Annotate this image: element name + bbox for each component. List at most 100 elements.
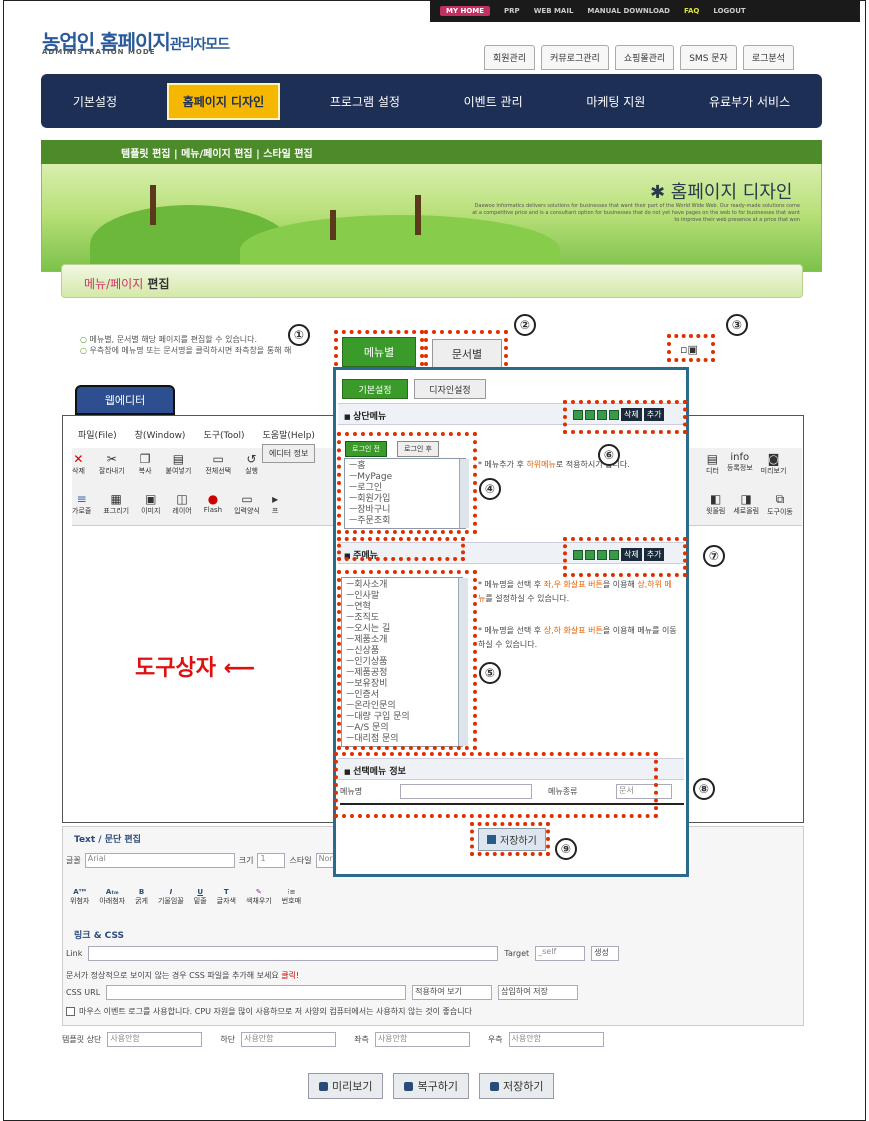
callout-box-6 [563,400,687,434]
form-tool[interactable]: ▭ 입력양식 [234,492,260,516]
manual-download-link[interactable]: MANUAL DOWNLOAD [587,7,670,15]
link-title: 링크 & CSS [74,931,125,941]
desc-line2: 우측창에 메뉴명 또는 문서명을 클릭하시면 좌측창을 통해 해 [89,346,292,355]
restore-button[interactable]: 복구하기 [393,1073,469,1099]
save-button[interactable]: 저장하기 [478,1073,555,1099]
logo-subtitle: ADMINISTRATION MODE [42,48,156,56]
preview-tool[interactable]: ◙ 미리보기 [761,452,787,476]
admin-top-tabs: 회원관리 커뮤로그관리 쇼핑몰관리 SMS 문자 로그분석 [484,45,794,70]
banner-text: Daewoo Informatics delivers solutions fo… [472,203,800,223]
flash-tool[interactable]: ● Flash [204,492,222,516]
callout-box-5 [337,570,477,750]
nav-program[interactable]: 프로그램 설정 [316,85,414,118]
prp-link[interactable]: PRP [504,7,520,15]
move-tool[interactable]: ⧉ 도구이동 [767,492,793,517]
raise-tool[interactable]: ◧ 윗올림 [706,492,725,517]
template-bottom-select[interactable]: 사용안함 [241,1032,337,1047]
web-mail-link[interactable]: WEB MAIL [534,7,574,15]
template-right-select[interactable]: 사용안함 [508,1032,604,1047]
superscript-tool[interactable]: Aᵀᴹ 위첨자 [70,888,89,906]
tab-shop[interactable]: 쇼핑몰관리 [614,45,675,70]
toolbar-row1: ✕ 삭제 ✂ 잘라내기 ❐ 복사 ▤ 붙여넣기 ▭ 전체선택 ↺ 실행 [72,452,258,476]
image-tool[interactable]: ▣ 이미지 [141,492,160,516]
link-input[interactable] [88,946,499,961]
template-left-select[interactable]: 사용안함 [374,1032,470,1047]
tab-community[interactable]: 커뮤로그관리 [541,45,609,70]
run-tool[interactable]: ↺ 실행 [245,452,258,476]
toolbar-right2: ◧ 윗올림 ◨ 세로올림 ⧉ 도구이동 [706,492,793,517]
css-url-input[interactable] [106,985,407,1000]
editor-info-button[interactable]: 에디터 정보 [262,444,316,463]
callout-box-sub-header [337,537,465,561]
nav-marketing[interactable]: 마케팅 지원 [572,85,659,118]
window-toggle-icon[interactable]: ▫▣ [680,343,698,356]
delete-tool[interactable]: ✕ 삭제 [72,452,85,476]
callout-box-8 [334,752,658,818]
section-header: 메뉴/페이지 편집 [61,264,803,298]
faq-link[interactable]: FAQ [684,7,699,15]
nav-paid[interactable]: 유료부가 서비스 [695,85,804,118]
preview-button[interactable]: 미리보기 [308,1073,384,1099]
layer-tool[interactable]: ◫ 레이어 [172,492,191,516]
menu-tool[interactable]: 도구(Tool) [203,428,244,441]
css-row: CSS URL 적용하여 보기 삽입하여 저장 [66,985,579,1000]
description: ○ 메뉴별, 문서별 해당 페이지를 편집할 수 있습니다. ○ 우측창에 메뉴… [80,335,292,355]
logout-link[interactable]: LOGOUT [713,7,745,15]
target-select[interactable]: _self [535,946,586,961]
font-color-tool[interactable]: T 글자색 [217,888,236,906]
underline-tool[interactable]: U 밑줄 [194,888,207,906]
italic-tool[interactable]: I 기울임꼴 [158,888,184,906]
nav-design[interactable]: 홈페이지 디자인 [166,82,281,120]
sub-nav[interactable]: 템플릿 편집 | 메뉴/페이지 편집 | 스타일 편집 [41,140,822,164]
mouse-row: 마우스 이벤트 로그를 사용합니다. CPU 자원을 많이 사용하므로 저 사양… [66,1006,472,1017]
apply-button[interactable]: 적용하여 보기 [412,985,493,1000]
font-select[interactable]: Arial [84,853,235,868]
menu-help[interactable]: 도움말(Help) [263,428,315,441]
template-row: 템플릿 상단 사용안함 하단 사용안함 좌측 사용안함 우측 사용안함 [62,1032,604,1047]
fill-color-tool[interactable]: ✎ 색채우기 [246,888,272,906]
make-button[interactable]: 생성 [591,946,620,961]
nav-basic[interactable]: 기본설정 [59,85,131,118]
subscript-tool[interactable]: Aₜₘ 아래첨자 [99,888,125,906]
more-tool[interactable]: ▸ 프 [272,492,278,516]
table-tool[interactable]: ▦ 표그리기 [103,492,129,516]
bold-tool[interactable]: B 굵게 [135,888,148,906]
callout-number: ① [288,324,310,346]
logo-mode: 관리자모드 [169,37,230,53]
editor-menubar: 파일(File) 창(Window) 도구(Tool) 도움말(Help) [78,428,315,441]
nav-event[interactable]: 이벤트 관리 [450,85,537,118]
select-all-tool[interactable]: ▭ 전체선택 [205,452,231,476]
paste-tool[interactable]: ▤ 붙여넣기 [166,452,192,476]
cut-tool[interactable]: ✂ 잘라내기 [99,452,125,476]
menu-window[interactable]: 창(Window) [135,428,186,441]
callout-number: ④ [479,478,501,500]
mouse-log-checkbox[interactable] [66,1007,75,1016]
section-title-a: 메뉴/페이지 [84,277,144,291]
tab-design-settings[interactable]: 디자인설정 [414,379,486,399]
sub-menu-note2: * 메뉴명을 선택 후 상,하 화살표 버튼을 이용해 메뉴를 이동하실 수 있… [478,626,677,649]
my-home-link[interactable]: MY HOME [440,6,491,16]
web-editor-tab[interactable]: 웹에디터 [75,385,175,415]
vertical-tool[interactable]: ◨ 세로올림 [733,492,759,517]
tab-basic-settings[interactable]: 기본설정 [342,379,408,399]
section-title-b: 편집 [143,277,170,291]
copy-tool[interactable]: ❐ 복사 [139,452,152,476]
menu-file[interactable]: 파일(File) [78,428,117,441]
banner-title: ✱ 홈페이지 디자인 [650,182,793,203]
insert-save-button[interactable]: 삽입하여 저장 [498,985,579,1000]
tab-log[interactable]: 로그분석 [742,45,794,70]
numbering-tool[interactable]: ⁝≡ 번호매 [282,888,301,906]
tab-member[interactable]: 회원관리 [484,45,536,70]
callout-number: ⑤ [479,662,501,684]
text-edit-title: Text / 문단 편집 [74,835,141,845]
properties-tool[interactable]: info 등록정보 [727,452,753,476]
editor-tool[interactable]: ▤ 디터 [706,452,719,476]
size-select[interactable]: 1 [257,853,286,868]
toolbox-label: 도구상자 ⟵ [135,656,256,681]
tab-sms[interactable]: SMS 문자 [680,45,737,70]
main-nav: 기본설정 홈페이지 디자인 프로그램 설정 이벤트 관리 마케팅 지원 유료부가… [41,74,822,128]
toolbar-right1: ▤ 디터 info 등록정보 ◙ 미리보기 [706,452,786,476]
desc-line1: 메뉴별, 문서별 해당 페이지를 편집할 수 있습니다. [89,335,258,344]
hr-tool[interactable]: ≡ 가로줄 [72,492,91,516]
template-top-select[interactable]: 사용안함 [107,1032,203,1047]
